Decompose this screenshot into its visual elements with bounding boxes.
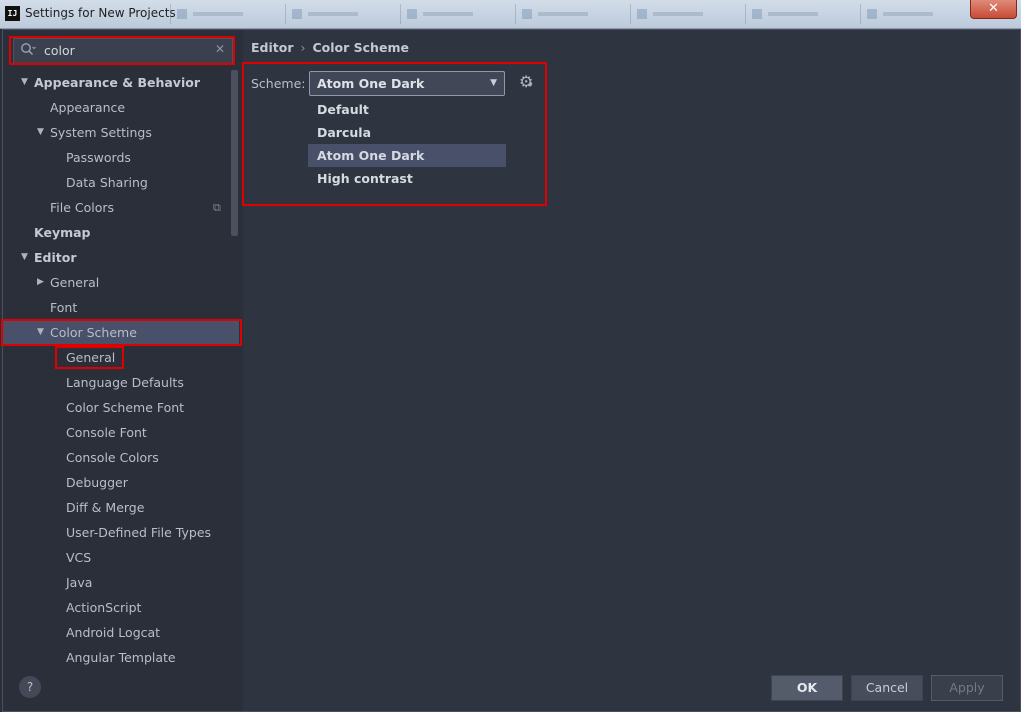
background-taskbar-tabs xyxy=(170,4,960,24)
tree-item-label: File Colors xyxy=(50,200,115,215)
tree-item-debugger[interactable]: Debugger xyxy=(3,470,239,495)
tree-item-passwords[interactable]: Passwords xyxy=(3,145,239,170)
background-tab xyxy=(515,4,631,24)
tree-item-label: Console Font xyxy=(66,425,147,440)
tree-item-label: Diff & Merge xyxy=(66,500,145,515)
tree-item-label: User-Defined File Types xyxy=(66,525,212,540)
window-title: Settings for New Projects xyxy=(25,6,176,20)
background-tab xyxy=(745,4,861,24)
background-tab xyxy=(630,4,746,24)
background-tab xyxy=(285,4,401,24)
collapsed-arrow-icon[interactable]: ▶ xyxy=(37,270,44,295)
cancel-button[interactable]: Cancel xyxy=(851,675,923,701)
tree-item-appearance[interactable]: Appearance xyxy=(3,95,239,120)
tree-item-editor[interactable]: ▼ Editor xyxy=(3,245,239,270)
tree-item-label: Debugger xyxy=(66,475,128,490)
tree-item-system-settings[interactable]: ▼ System Settings xyxy=(3,120,239,145)
window-close-button[interactable]: ✕ xyxy=(970,0,1017,19)
tree-item-appearance-behavior[interactable]: ▼ Appearance & Behavior xyxy=(3,70,239,95)
tree-item-data-sharing[interactable]: Data Sharing xyxy=(3,170,239,195)
tree-item-user-defined-file-types[interactable]: User-Defined File Types xyxy=(3,520,239,545)
project-level-copy-icon: ⧉ xyxy=(213,201,221,214)
search-highlight-box xyxy=(9,36,235,65)
tree-item-label: Console Colors xyxy=(66,450,159,465)
breadcrumb: Editor › Color Scheme xyxy=(251,40,409,55)
intellij-app-icon: IJ xyxy=(5,6,20,21)
background-tab xyxy=(860,4,960,24)
tree-item-label: ActionScript xyxy=(66,600,142,615)
tree-item-java[interactable]: Java xyxy=(3,570,239,595)
tree-item-vcs[interactable]: VCS xyxy=(3,545,239,570)
tree-item-font[interactable]: Font xyxy=(3,295,239,320)
color-scheme-highlight-box xyxy=(1,319,242,346)
tree-item-language-defaults[interactable]: Language Defaults xyxy=(3,370,239,395)
tree-item-android-logcat[interactable]: Android Logcat xyxy=(3,620,239,645)
expand-arrow-icon[interactable]: ▼ xyxy=(37,120,44,145)
ok-button[interactable]: OK xyxy=(771,675,843,701)
tree-item-color-scheme-font[interactable]: Color Scheme Font xyxy=(3,395,239,420)
tree-item-actionscript[interactable]: ActionScript xyxy=(3,595,239,620)
general-highlight-box xyxy=(55,346,124,369)
window-titlebar: IJ Settings for New Projects ✕ xyxy=(0,0,1021,29)
expand-arrow-icon[interactable]: ▼ xyxy=(21,70,28,95)
tree-item-label: General xyxy=(50,275,100,290)
tree-item-label: System Settings xyxy=(50,125,152,140)
breadcrumb-separator-icon: › xyxy=(300,40,306,55)
tree-item-angular-template[interactable]: Angular Template xyxy=(3,645,239,665)
tree-item-label: VCS xyxy=(66,550,92,565)
apply-button[interactable]: Apply xyxy=(931,675,1003,701)
tree-item-label: Language Defaults xyxy=(66,375,184,390)
tree-item-label: Appearance & Behavior xyxy=(34,75,200,90)
tree-item-label: Java xyxy=(66,575,93,590)
tree-item-label: Angular Template xyxy=(66,650,176,665)
tree-item-label: Appearance xyxy=(50,100,126,115)
sidebar-scrollbar[interactable] xyxy=(231,70,238,236)
tree-item-label: Data Sharing xyxy=(66,175,148,190)
expand-arrow-icon[interactable]: ▼ xyxy=(21,245,28,270)
tree-item-label: Keymap xyxy=(34,225,91,240)
tree-item-file-colors[interactable]: File Colors ⧉ xyxy=(3,195,239,220)
help-button[interactable]: ? xyxy=(19,676,41,698)
tree-item-label: Passwords xyxy=(66,150,131,165)
settings-sidebar: color ✕ ▼ Appearance & Behavior Appearan… xyxy=(3,30,243,711)
tree-item-label: Editor xyxy=(34,250,77,265)
tree-item-diff-merge[interactable]: Diff & Merge xyxy=(3,495,239,520)
tree-item-editor-general[interactable]: ▶ General xyxy=(3,270,239,295)
breadcrumb-parent: Editor xyxy=(251,40,294,55)
tree-item-console-font[interactable]: Console Font xyxy=(3,420,239,445)
breadcrumb-current: Color Scheme xyxy=(312,40,409,55)
tree-item-label: Color Scheme Font xyxy=(66,400,185,415)
tree-item-console-colors[interactable]: Console Colors xyxy=(3,445,239,470)
background-tab xyxy=(170,4,286,24)
scheme-highlight-box xyxy=(242,62,547,206)
background-tab xyxy=(400,4,516,24)
tree-item-label: Android Logcat xyxy=(66,625,161,640)
tree-item-keymap[interactable]: Keymap xyxy=(3,220,239,245)
tree-item-label: Font xyxy=(50,300,78,315)
